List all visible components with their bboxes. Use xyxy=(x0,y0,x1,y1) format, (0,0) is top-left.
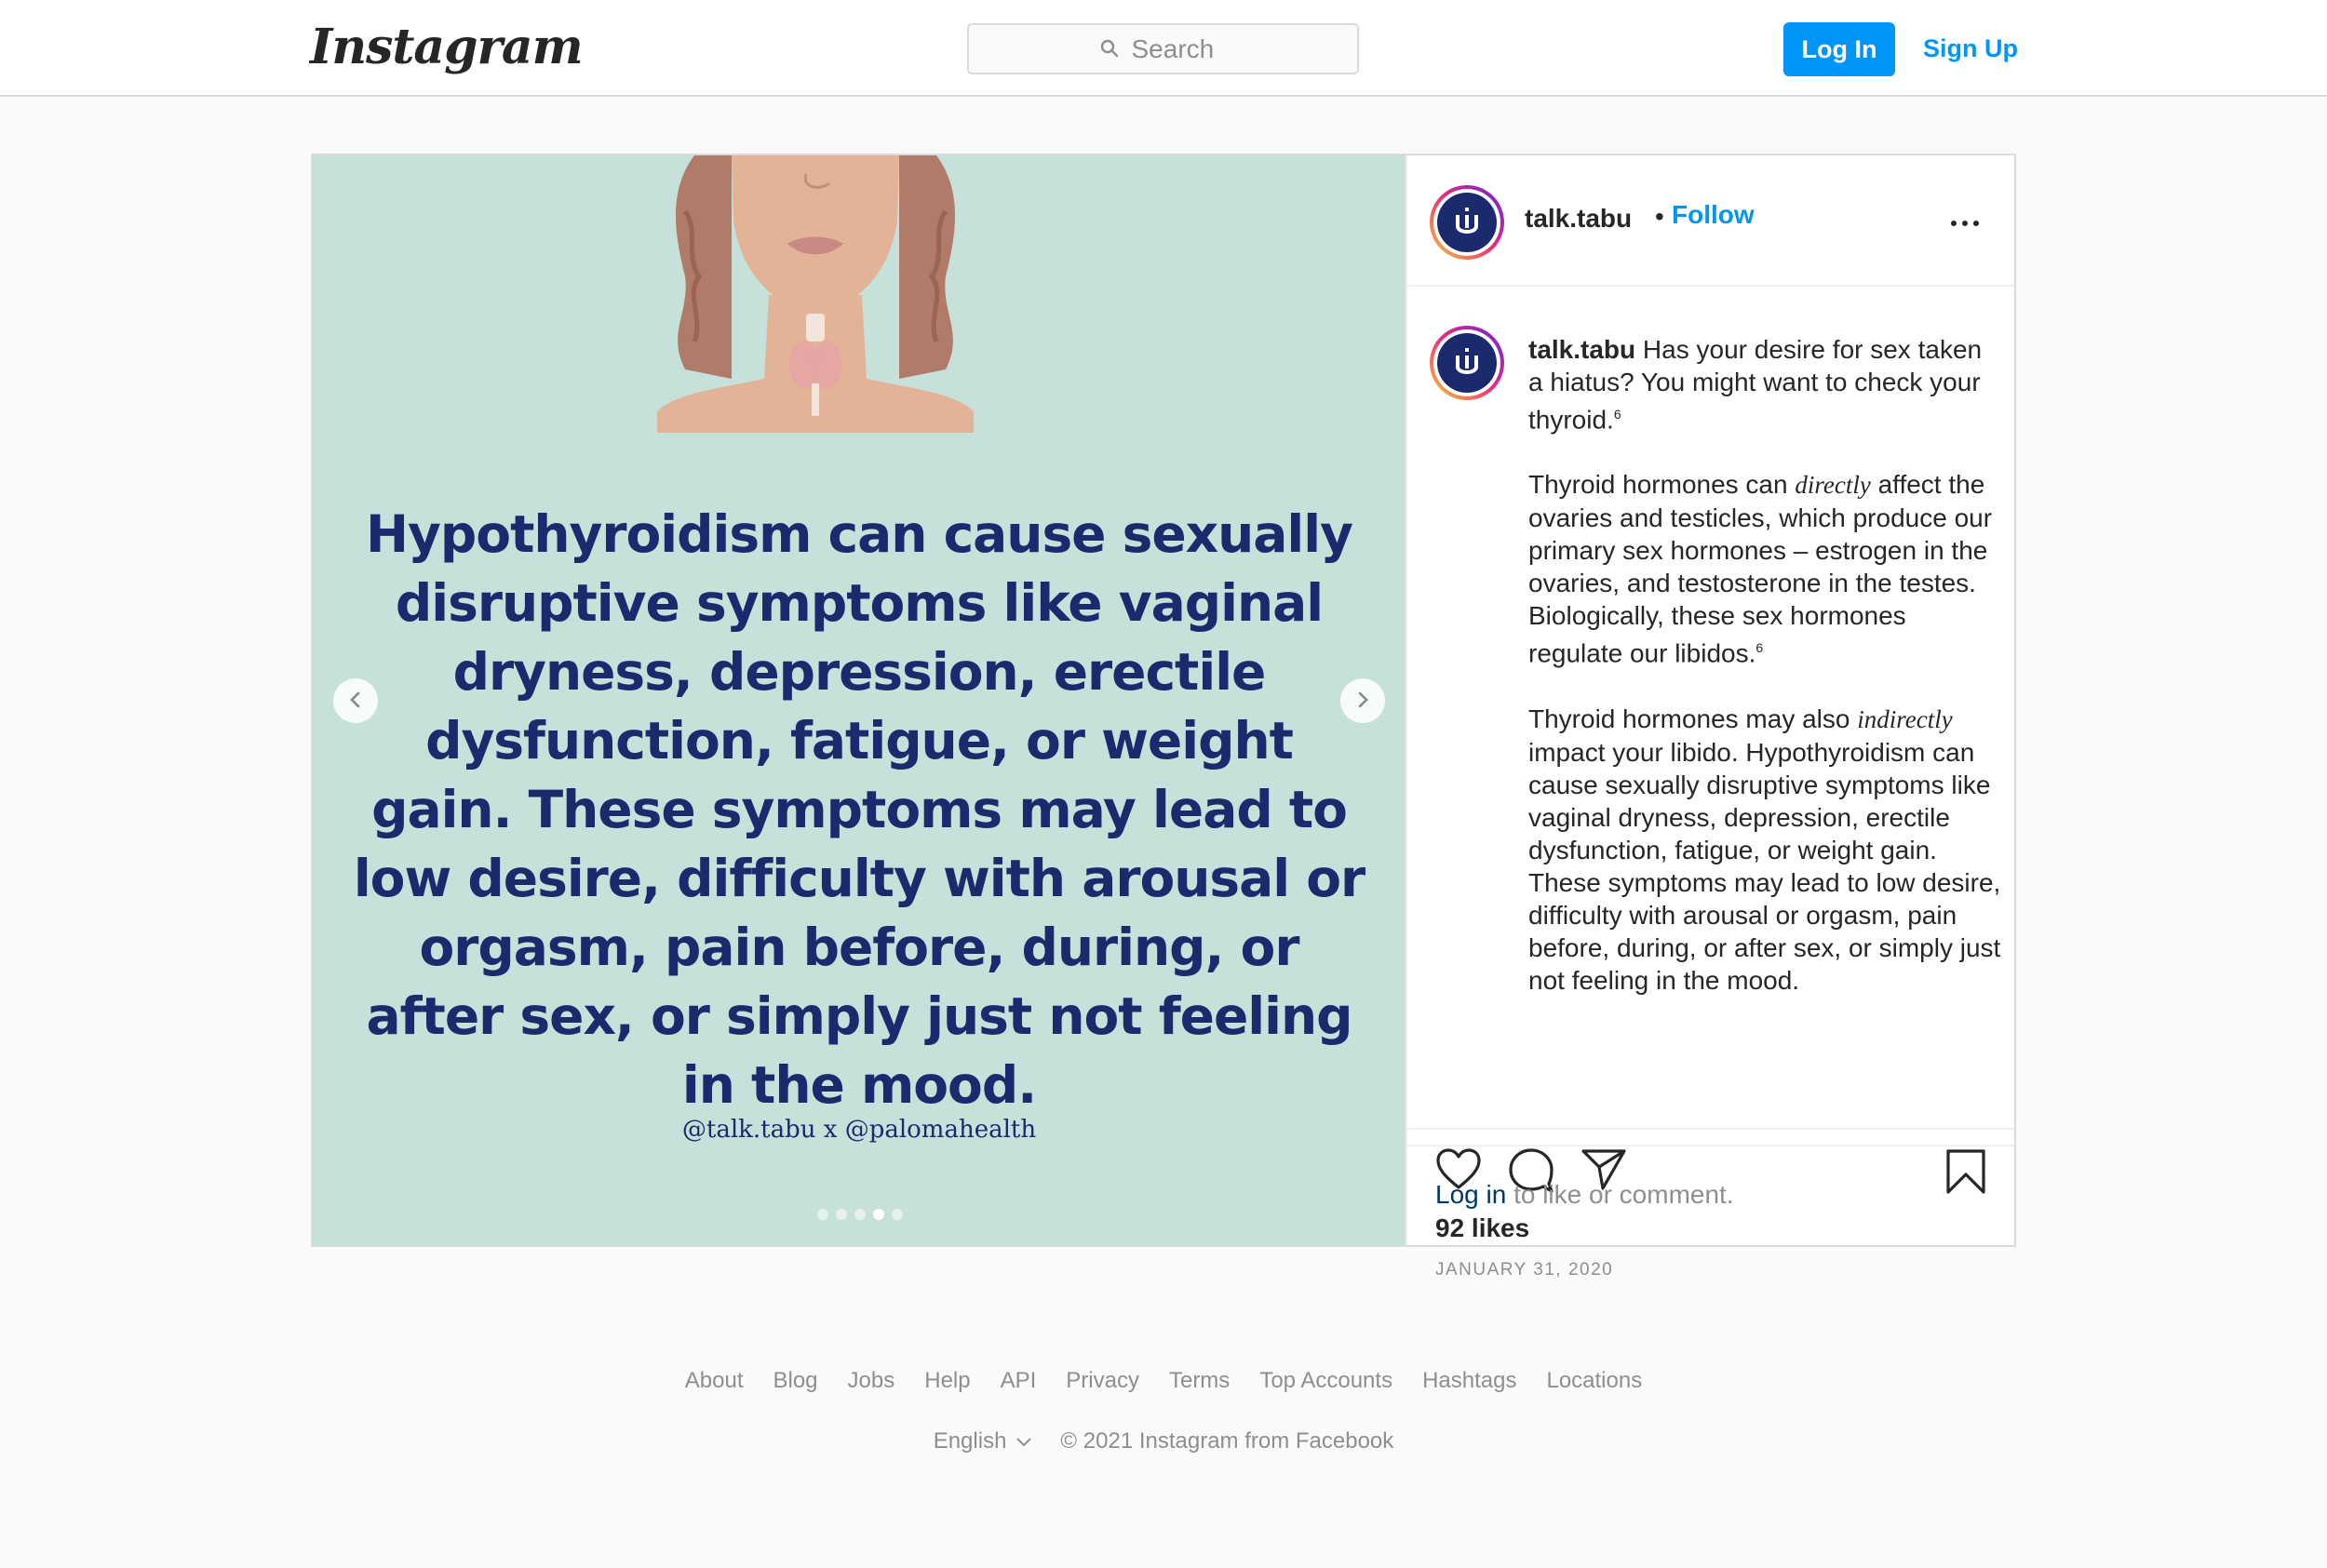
carousel-previous-button[interactable] xyxy=(333,678,378,723)
footer-link-help[interactable]: Help xyxy=(924,1368,970,1394)
post-header: talk.tabu • Follow xyxy=(1407,155,2014,287)
tabu-logo-icon xyxy=(1456,348,1478,374)
image-caption-text: Hypothyroidism can cause sexually disrup… xyxy=(353,504,1365,1115)
chevron-right-icon xyxy=(1353,690,1372,712)
login-button[interactable]: Log In xyxy=(1783,22,1895,76)
post-side-panel: talk.tabu • Follow talk.tabu Has your de… xyxy=(1406,155,2014,1280)
language-label: English xyxy=(933,1428,1007,1454)
avatar[interactable] xyxy=(1430,185,1504,260)
footer-link-about[interactable]: About xyxy=(685,1368,744,1394)
login-prompt-text: to like or comment. xyxy=(1513,1180,1734,1209)
footer-link-locations[interactable]: Locations xyxy=(1546,1368,1642,1394)
footer-link-privacy[interactable]: Privacy xyxy=(1066,1368,1139,1394)
image-credit: @talk.tabu x @palomahealth xyxy=(681,1116,1037,1144)
caption-username[interactable]: talk.tabu xyxy=(1528,335,1635,364)
post-caption: talk.tabu Has your desire for sex taken … xyxy=(1528,333,2003,1029)
carousel-dot xyxy=(817,1209,828,1220)
caption-paragraph-2: Thyroid hormones can directly affect the… xyxy=(1528,470,1993,668)
post-image: Hypothyroidism can cause sexually disrup… xyxy=(313,155,1406,1245)
login-link[interactable]: Log in xyxy=(1435,1180,1506,1209)
search-icon xyxy=(1100,34,1119,64)
username-separator: • xyxy=(1655,202,1664,231)
more-options-icon[interactable] xyxy=(1951,221,1979,226)
footer-link-jobs[interactable]: Jobs xyxy=(848,1368,895,1394)
post-date[interactable]: JANUARY 31, 2020 xyxy=(1435,1260,1613,1280)
instagram-logo[interactable]: Instagram xyxy=(310,19,584,75)
caption-avatar[interactable] xyxy=(1430,326,1504,400)
footer-link-blog[interactable]: Blog xyxy=(773,1368,817,1394)
copyright: © 2021 Instagram from Facebook xyxy=(1060,1428,1394,1454)
carousel-dot xyxy=(892,1209,903,1220)
footer-links: About Blog Jobs Help API Privacy Terms T… xyxy=(0,1368,2327,1394)
search-box[interactable] xyxy=(967,23,1359,74)
caption-scroll-area[interactable]: talk.tabu Has your desire for sex taken … xyxy=(1407,287,2014,1128)
illustration-woman-thyroid xyxy=(657,155,974,433)
language-selector[interactable]: English xyxy=(934,1428,1033,1454)
carousel-dot xyxy=(873,1209,884,1220)
footer-link-hashtags[interactable]: Hashtags xyxy=(1422,1368,1516,1394)
follow-button[interactable]: Follow xyxy=(1672,200,1755,230)
footer-link-top-accounts[interactable]: Top Accounts xyxy=(1259,1368,1392,1394)
tabu-logo-icon xyxy=(1456,208,1478,234)
caption-paragraph-1: talk.tabu Has your desire for sex taken … xyxy=(1528,335,1983,435)
post-username[interactable]: talk.tabu xyxy=(1525,204,1632,234)
carousel-dot xyxy=(854,1209,866,1220)
caption-paragraph-3: Thyroid hormones may also indirectly imp… xyxy=(1528,704,2001,995)
footer-bottom: English © 2021 Instagram from Facebook xyxy=(0,1428,2327,1454)
login-prompt: Log in to like or comment. xyxy=(1407,1145,2014,1245)
footer-link-api[interactable]: API xyxy=(1001,1368,1037,1394)
search-input[interactable] xyxy=(1129,33,1227,65)
carousel-next-button[interactable] xyxy=(1340,678,1385,723)
signup-link[interactable]: Sign Up xyxy=(1916,28,2025,69)
chevron-left-icon xyxy=(346,690,365,712)
carousel-indicator xyxy=(817,1209,903,1220)
top-navigation-bar: Instagram Log In Sign Up xyxy=(0,0,2327,97)
footer-link-terms[interactable]: Terms xyxy=(1169,1368,1230,1394)
chevron-down-icon xyxy=(1016,1428,1032,1454)
post-card: Hypothyroidism can cause sexually disrup… xyxy=(311,154,2016,1280)
carousel-dot xyxy=(836,1209,847,1220)
